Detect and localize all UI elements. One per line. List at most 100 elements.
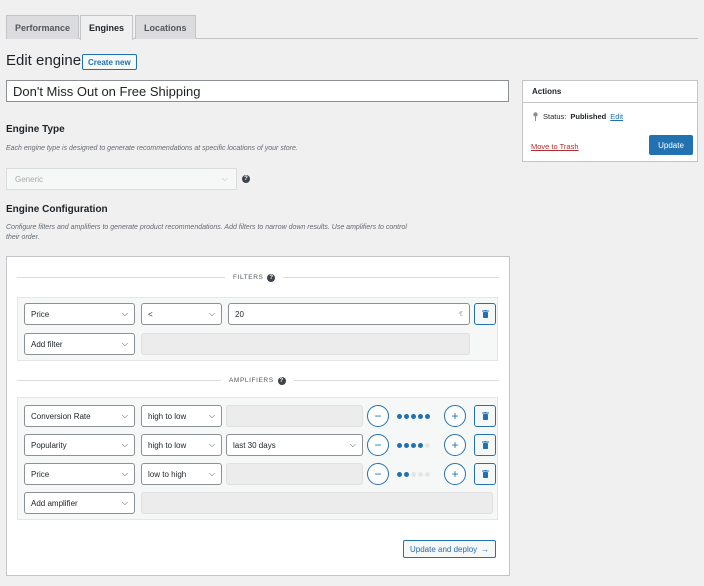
plus-icon: + <box>451 438 459 452</box>
chevron-down-icon: ⌵ <box>121 339 128 348</box>
help-icon[interactable]: ? <box>242 175 250 183</box>
delete-filter-button[interactable] <box>474 303 496 325</box>
page-title: Edit engine <box>6 52 82 69</box>
amplifier-order-select[interactable]: high to low ⌵ <box>141 405 222 427</box>
help-icon[interactable]: ? <box>267 273 276 282</box>
chevron-down-icon: ⌵ <box>208 440 215 449</box>
add-amplifier-select[interactable]: Add amplifier ⌵ <box>24 492 135 514</box>
filters-label-text: FILTERS <box>233 274 264 281</box>
decrease-weight-button[interactable]: − <box>367 405 389 427</box>
engine-config-heading: Engine Configuration <box>6 204 108 215</box>
amplifier-placeholder <box>141 492 493 514</box>
minus-icon: − <box>374 438 382 452</box>
minus-icon: − <box>374 467 382 481</box>
update-button[interactable]: Update <box>649 135 693 155</box>
amplifiers-label: AMPLIFIERS ? <box>221 376 294 385</box>
amplifier-field-select[interactable]: Popularity ⌵ <box>24 434 135 456</box>
delete-amplifier-button[interactable] <box>474 405 496 427</box>
weight-dot <box>425 413 430 419</box>
amplifier-order-select[interactable]: low to high ⌵ <box>141 463 222 485</box>
amplifier-period-select[interactable]: last 30 days ⌵ <box>226 434 363 456</box>
move-to-trash-link[interactable]: Move to Trash <box>531 142 579 151</box>
add-filter-label: Add filter <box>31 339 63 349</box>
chevron-down-icon: ⌵ <box>208 309 215 318</box>
amplifiers-group: Conversion Rate ⌵ high to low ⌵ − + Popu… <box>17 397 498 520</box>
chevron-down-icon: ⌵ <box>121 498 128 507</box>
amplifier-field-value: Conversion Rate <box>31 411 91 421</box>
engine-type-select: Generic ⌵ <box>6 168 237 190</box>
arrow-right-icon: → <box>481 544 490 554</box>
status-row: Status: Published Edit <box>532 112 623 121</box>
weight-dot <box>411 471 416 477</box>
tab-locations[interactable]: Locations <box>135 15 196 39</box>
filter-value: 20 <box>235 309 244 319</box>
weight-dot <box>418 442 423 448</box>
amplifier-field-select[interactable]: Conversion Rate ⌵ <box>24 405 135 427</box>
trash-icon <box>481 310 489 318</box>
tab-label: Locations <box>144 22 187 33</box>
weight-dot <box>397 413 402 419</box>
tab-label: Performance <box>15 22 71 33</box>
weight-dot <box>404 471 409 477</box>
filter-field-value: Price <box>31 309 50 319</box>
decrease-weight-button[interactable]: − <box>367 463 389 485</box>
increase-weight-button[interactable]: + <box>444 463 466 485</box>
status-value: Published <box>570 112 607 121</box>
minus-icon: − <box>374 409 382 423</box>
delete-amplifier-button[interactable] <box>474 463 496 485</box>
status-label: Status: <box>543 112 567 121</box>
plus-icon: + <box>451 409 459 423</box>
filter-field-select[interactable]: Price ⌵ <box>24 303 135 325</box>
tab-bar: Performance Engines Locations <box>6 15 698 40</box>
amplifier-weight-dots <box>397 405 430 427</box>
weight-dot <box>411 413 416 419</box>
currency-unit: € <box>459 310 463 318</box>
weight-dot <box>397 442 402 448</box>
engine-type-description: Each engine type is designed to generate… <box>6 145 298 152</box>
weight-dot <box>418 471 423 477</box>
chevron-down-icon: ⌵ <box>121 411 128 420</box>
tab-label: Engines <box>89 23 125 33</box>
weight-dot <box>411 442 416 448</box>
filter-value-input[interactable]: 20 € <box>228 303 470 325</box>
filters-group: Price ⌵ < ⌵ 20 € Add filter ⌵ <box>17 297 498 361</box>
plus-icon: + <box>451 467 459 481</box>
edit-status-link[interactable]: Edit <box>610 112 623 121</box>
weight-dot <box>425 471 430 477</box>
weight-dot <box>404 413 409 419</box>
chevron-down-icon: ⌵ <box>121 440 128 449</box>
decrease-weight-button[interactable]: − <box>367 434 389 456</box>
amplifier-field-value: Popularity <box>31 440 67 450</box>
chevron-down-icon: ⌵ <box>121 469 128 478</box>
amplifier-order-value: low to high <box>148 469 187 479</box>
add-amplifier-label: Add amplifier <box>31 498 78 508</box>
trash-icon <box>481 441 489 449</box>
amplifier-order-select[interactable]: high to low ⌵ <box>141 434 222 456</box>
chevron-down-icon: ⌵ <box>349 440 356 449</box>
engine-title-input[interactable]: Don't Miss Out on Free Shipping <box>6 80 509 102</box>
engine-type-heading: Engine Type <box>6 124 65 135</box>
tab-performance[interactable]: Performance <box>6 15 80 39</box>
amplifier-period-placeholder <box>226 463 363 485</box>
weight-dot <box>404 442 409 448</box>
amplifiers-label-text: AMPLIFIERS <box>229 377 274 384</box>
trash-icon <box>481 470 489 478</box>
tab-engines[interactable]: Engines <box>80 15 134 40</box>
filters-label: FILTERS ? <box>225 273 284 282</box>
create-new-button[interactable]: Create new <box>82 54 137 70</box>
weight-dot <box>397 471 402 477</box>
help-icon[interactable]: ? <box>277 376 286 385</box>
update-and-deploy-button[interactable]: Update and deploy → <box>403 540 497 558</box>
chevron-down-icon: ⌵ <box>208 411 215 420</box>
increase-weight-button[interactable]: + <box>444 434 466 456</box>
filter-operator-select[interactable]: < ⌵ <box>141 303 222 325</box>
engine-config-description-line1: Configure filters and amplifiers to gene… <box>6 224 407 231</box>
delete-amplifier-button[interactable] <box>474 434 496 456</box>
amplifier-field-select[interactable]: Price ⌵ <box>24 463 135 485</box>
add-filter-select[interactable]: Add filter ⌵ <box>24 333 135 355</box>
weight-dot <box>418 413 423 419</box>
weight-dot <box>425 442 430 448</box>
filter-operator-value: < <box>148 309 153 319</box>
amplifier-field-value: Price <box>31 469 50 479</box>
increase-weight-button[interactable]: + <box>444 405 466 427</box>
